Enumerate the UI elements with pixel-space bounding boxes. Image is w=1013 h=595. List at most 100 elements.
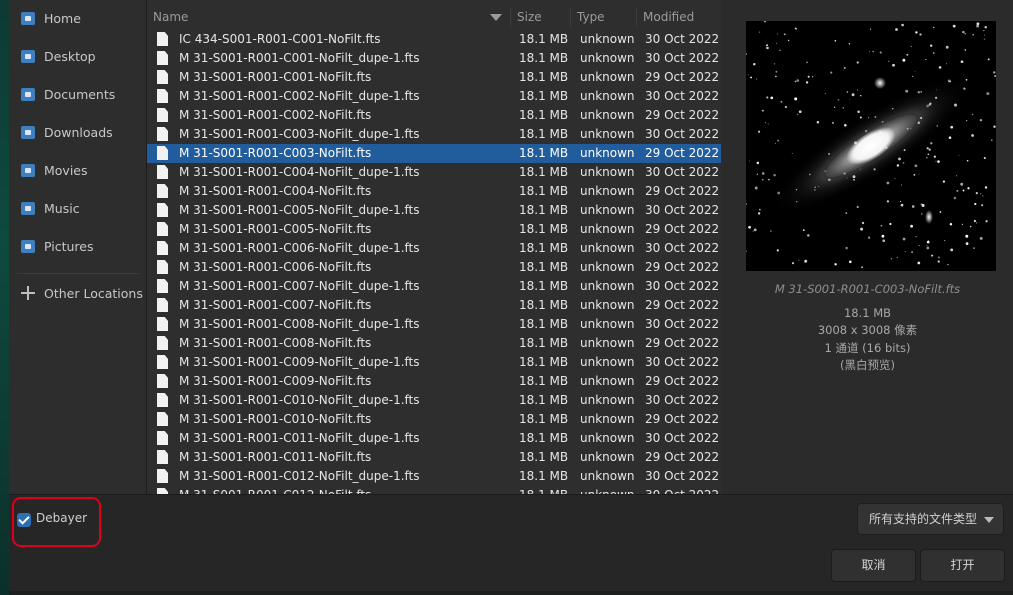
file-size: 18.1 MB: [519, 486, 568, 494]
sidebar-item-home[interactable]: Home: [9, 1, 146, 35]
file-row[interactable]: M 31-S001-R001-C006-NoFilt_dupe-1.fts 18.…: [147, 239, 721, 258]
file-type: unknown: [580, 450, 635, 464]
sidebar-item-movies[interactable]: Movies: [9, 153, 146, 187]
file-name: M 31-S001-R001-C012-NoFilt_dupe-1.fts: [179, 469, 420, 483]
column-header-modified[interactable]: Modified: [637, 7, 721, 27]
file-size: 18.1 MB: [519, 431, 569, 445]
file-size: 18.1 MB: [519, 317, 569, 331]
file-modified: 30 Oct 2022: [645, 241, 720, 255]
file-icon: [157, 89, 168, 103]
file-row[interactable]: M 31-S001-R001-C011-NoFilt.fts 18.1 MB unk…: [147, 448, 721, 467]
file-row[interactable]: M 31-S001-R001-C004-NoFilt.fts 18.1 MB unk…: [147, 182, 721, 201]
file-row[interactable]: M 31-S001-R001-C012-NoFilt.fts 18.1 MB unk…: [147, 486, 721, 494]
file-type: unknown: [580, 89, 635, 103]
file-row[interactable]: M 31-S001-R001-C007-NoFilt_dupe-1.fts 18.…: [147, 277, 721, 296]
file-type: unknown: [580, 165, 635, 179]
file-row[interactable]: M 31-S001-R001-C010-NoFilt.fts 18.1 MB unk…: [147, 410, 721, 429]
file-row[interactable]: M 31-S001-R001-C009-NoFilt_dupe-1.fts 18.…: [147, 353, 721, 372]
file-modified: 30 Oct 2022: [645, 431, 720, 445]
file-size: 18.1 MB: [519, 70, 569, 84]
file-icon: [157, 374, 168, 388]
file-modified: 30 Oct 2022: [645, 317, 720, 331]
file-modified: 30 Oct 2022: [645, 203, 720, 217]
file-name: M 31-S001-R001-C007-NoFilt_dupe-1.fts: [179, 279, 420, 293]
home-folder-icon: [21, 11, 35, 25]
file-icon: [157, 469, 168, 483]
file-row[interactable]: M 31-S001-R001-C006-NoFilt.fts 18.1 MB unk…: [147, 258, 721, 277]
file-size: 18.1 MB: [519, 108, 569, 122]
file-modified: 29 Oct 2022: [645, 298, 720, 312]
file-row[interactable]: M 31-S001-R001-C008-NoFilt_dupe-1.fts 18.…: [147, 315, 721, 334]
sidebar-item-label: Documents: [44, 86, 116, 102]
file-row[interactable]: M 31-S001-R001-C001-NoFilt.fts 18.1 MB unk…: [147, 68, 721, 87]
file-row[interactable]: M 31-S001-R001-C002-NoFilt_dupe-1.fts 18.…: [147, 87, 721, 106]
file-name: M 31-S001-R001-C003-NoFilt.fts: [179, 146, 372, 160]
file-name: M 31-S001-R001-C001-NoFilt_dupe-1.fts: [179, 51, 420, 65]
file-icon: [157, 279, 168, 293]
file-type: unknown: [580, 374, 635, 388]
music-folder-icon: [21, 201, 35, 215]
file-size: 18.1 MB: [519, 203, 569, 217]
file-row[interactable]: M 31-S001-R001-C009-NoFilt.fts 18.1 MB unk…: [147, 372, 721, 391]
file-row[interactable]: M 31-S001-R001-C003-NoFilt_dupe-1.fts 18.…: [147, 125, 721, 144]
file-row[interactable]: M 31-S001-R001-C004-NoFilt_dupe-1.fts 18.…: [147, 163, 721, 182]
cancel-button[interactable]: 取消: [831, 549, 916, 582]
file-modified: 29 Oct 2022: [645, 184, 720, 198]
sidebar-item-desktop[interactable]: Desktop: [9, 39, 146, 73]
file-type: unknown: [580, 355, 635, 369]
file-size: 18.1 MB: [519, 393, 569, 407]
sidebar-divider: [17, 273, 139, 274]
file-row[interactable]: M 31-S001-R001-C008-NoFilt.fts 18.1 MB unk…: [147, 334, 721, 353]
file-row[interactable]: M 31-S001-R001-C010-NoFilt_dupe-1.fts 18.…: [147, 391, 721, 410]
file-name: M 31-S001-R001-C008-NoFilt.fts: [179, 336, 372, 350]
file-name: M 31-S001-R001-C011-NoFilt.fts: [179, 450, 372, 464]
sidebar-item-music[interactable]: Music: [9, 191, 146, 225]
file-icon: [157, 241, 168, 255]
file-size: 18.1 MB: [519, 51, 569, 65]
desktop-folder-icon: [21, 49, 35, 63]
sidebar-item-pictures[interactable]: Pictures: [9, 229, 146, 263]
file-row[interactable]: M 31-S001-R001-C003-NoFilt.fts 18.1 MB unk…: [147, 144, 721, 163]
file-size: 18.1 MB: [519, 298, 569, 312]
file-row[interactable]: IC 434-S001-R001-C001-NoFilt.fts 18.1 MB u…: [147, 30, 721, 49]
file-row[interactable]: M 31-S001-R001-C002-NoFilt.fts 18.1 MB unk…: [147, 106, 721, 125]
file-type: unknown: [580, 298, 635, 312]
file-modified: 30 Oct 2022: [645, 32, 720, 46]
sidebar-item-documents[interactable]: Documents: [9, 77, 146, 111]
file-size: 18.1 MB: [519, 32, 569, 46]
file-row[interactable]: M 31-S001-R001-C005-NoFilt.fts 18.1 MB unk…: [147, 220, 721, 239]
file-modified: 30 Oct 2022: [645, 393, 720, 407]
file-modified: 29 Oct 2022: [645, 260, 720, 274]
column-header-name[interactable]: Name: [147, 7, 511, 27]
file-name: M 31-S001-R001-C005-NoFilt_dupe-1.fts: [179, 203, 420, 217]
file-list-scrollbar[interactable]: [715, 30, 719, 490]
file-icon: [157, 222, 168, 236]
preview-mode: (黑白预览): [840, 358, 895, 372]
file-icon: [157, 393, 168, 407]
file-row[interactable]: M 31-S001-R001-C005-NoFilt_dupe-1.fts 18.…: [147, 201, 721, 220]
file-type: unknown: [580, 146, 635, 160]
file-row[interactable]: M 31-S001-R001-C007-NoFilt.fts 18.1 MB unk…: [147, 296, 721, 315]
open-button[interactable]: 打开: [920, 549, 1005, 582]
file-name: M 31-S001-R001-C010-NoFilt_dupe-1.fts: [179, 393, 420, 407]
sidebar-item-label: Downloads: [44, 124, 113, 140]
file-type: unknown: [580, 469, 635, 483]
file-name: M 31-S001-R001-C009-NoFilt_dupe-1.fts: [179, 355, 420, 369]
file-row[interactable]: M 31-S001-R001-C011-NoFilt_dupe-1.fts 18.…: [147, 429, 721, 448]
file-row[interactable]: M 31-S001-R001-C001-NoFilt_dupe-1.fts 18.…: [147, 49, 721, 68]
file-type: unknown: [580, 431, 635, 445]
column-header-size[interactable]: Size: [511, 7, 571, 27]
file-icon: [157, 127, 168, 141]
sidebar-item-other-locations[interactable]: Other Locations: [9, 276, 146, 310]
sidebar-item-downloads[interactable]: Downloads: [9, 115, 146, 149]
file-name: M 31-S001-R001-C006-NoFilt_dupe-1.fts: [179, 241, 420, 255]
file-row[interactable]: M 31-S001-R001-C012-NoFilt_dupe-1.fts 18.…: [147, 467, 721, 486]
file-size: 18.1 MB: [519, 127, 569, 141]
galaxy-preview-image: [746, 21, 996, 271]
documents-folder-icon: [21, 87, 35, 101]
file-size: 18.1 MB: [519, 241, 569, 255]
annotation-highlight: [12, 497, 101, 547]
file-name: M 31-S001-R001-C002-NoFilt.fts: [179, 108, 372, 122]
column-header-type[interactable]: Type: [571, 7, 637, 27]
file-type-filter-dropdown[interactable]: 所有支持的文件类型: [857, 503, 1004, 535]
